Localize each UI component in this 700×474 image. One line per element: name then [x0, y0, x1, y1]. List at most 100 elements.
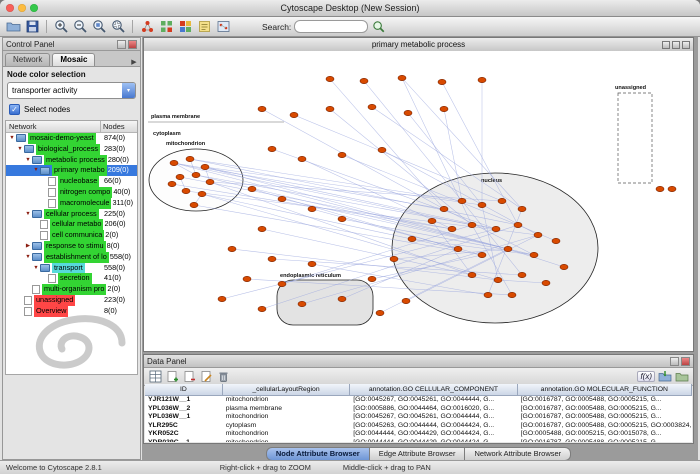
network-node[interactable]: [478, 252, 486, 257]
tree-row[interactable]: cell communica2(0): [6, 230, 137, 241]
network-node[interactable]: [338, 296, 346, 301]
network-node[interactable]: [308, 261, 316, 266]
network-node[interactable]: [398, 75, 406, 80]
network-node[interactable]: [518, 206, 526, 211]
trash-icon[interactable]: [216, 370, 230, 383]
network-node[interactable]: [170, 160, 178, 165]
network-node[interactable]: [560, 264, 568, 269]
network-node[interactable]: [390, 256, 398, 261]
tree-row[interactable]: nitrogen compo40(0): [6, 187, 137, 198]
network-node[interactable]: [478, 77, 486, 82]
network-node[interactable]: [468, 222, 476, 227]
network-node[interactable]: [448, 226, 456, 231]
search-input[interactable]: [294, 20, 368, 33]
network-node[interactable]: [186, 156, 194, 161]
table-row[interactable]: YJR121W__1mitochondrion[GO:0045267, GO:0…: [145, 396, 692, 405]
table-row[interactable]: YPL036W__1mitochondrion[GO:0045267, GO:0…: [145, 413, 692, 422]
network-node[interactable]: [176, 174, 184, 179]
network-node[interactable]: [218, 296, 226, 301]
column-header[interactable]: annotation.GO CELLULAR_COMPONENT: [350, 384, 517, 395]
maximize-frame-icon[interactable]: [672, 41, 680, 49]
tree-row[interactable]: ▼establishment of lo558(0): [6, 252, 137, 263]
tab-edge-attribute-browser[interactable]: Edge Attribute Browser: [370, 447, 466, 461]
window-titlebar[interactable]: Cytoscape Desktop (New Session): [0, 0, 700, 17]
network-node[interactable]: [542, 280, 550, 285]
table-row[interactable]: YPL036W__2plasma membrane[GO:0005886, GO…: [145, 405, 692, 414]
network-window-titlebar[interactable]: primary metabolic process: [144, 38, 693, 52]
tree-row[interactable]: ▼cellular process225(0): [6, 209, 137, 220]
network-canvas-svg[interactable]: plasma membranecytoplasmmitochondrionnuc…: [144, 51, 693, 351]
network-node[interactable]: [438, 79, 446, 84]
network-node[interactable]: [338, 152, 346, 157]
network-node[interactable]: [440, 106, 448, 111]
network-node[interactable]: [326, 106, 334, 111]
column-header[interactable]: annotation.GO MOLECULAR_FUNCTION: [518, 384, 692, 395]
network-node[interactable]: [468, 272, 476, 277]
network-node[interactable]: [243, 276, 251, 281]
tab-node-attribute-browser[interactable]: Node Attribute Browser: [266, 447, 370, 461]
network-node[interactable]: [484, 292, 492, 297]
close-window-button[interactable]: [6, 4, 14, 12]
network-node[interactable]: [408, 236, 416, 241]
network-node[interactable]: [498, 198, 506, 203]
tab-mosaic[interactable]: Mosaic: [52, 53, 95, 66]
network-node[interactable]: [368, 276, 376, 281]
tree-row[interactable]: ▼mosaic-demo-yeast874(0): [6, 133, 137, 144]
network-node[interactable]: [376, 310, 384, 315]
tree-row[interactable]: ▼transport558(0): [6, 263, 137, 274]
network-node[interactable]: [656, 186, 664, 191]
tree-row[interactable]: nucleobase66(0): [6, 176, 137, 187]
disclosure-triangle-icon[interactable]: ▶: [24, 241, 32, 252]
rename-attribute-icon[interactable]: [199, 370, 213, 383]
network-overview-icon[interactable]: [139, 19, 155, 35]
grid-layout-icon[interactable]: [158, 19, 174, 35]
column-header[interactable]: _cellularLayoutRegion: [223, 384, 351, 395]
tab-network-attribute-browser[interactable]: Network Attribute Browser: [465, 447, 571, 461]
network-node[interactable]: [192, 172, 200, 177]
zoom-fit-icon[interactable]: [110, 19, 126, 35]
tree-row[interactable]: ▼biological_process283(0): [6, 144, 137, 155]
network-node[interactable]: [268, 256, 276, 261]
table-row[interactable]: YKR052Cmitochondrion[GO:0044444, GO:0044…: [145, 430, 692, 439]
zoom-in-icon[interactable]: [53, 19, 69, 35]
zoom-out-icon[interactable]: [72, 19, 88, 35]
disclosure-triangle-icon[interactable]: ▼: [24, 209, 32, 220]
tree-row[interactable]: macromolecule311(0): [6, 198, 137, 209]
open-attributes-icon[interactable]: [675, 370, 689, 383]
network-node[interactable]: [458, 198, 466, 203]
network-node[interactable]: [368, 104, 376, 109]
network-node[interactable]: [492, 226, 500, 231]
network-node[interactable]: [508, 292, 516, 297]
network-node[interactable]: [182, 188, 190, 193]
network-node[interactable]: [378, 147, 386, 152]
tab-overflow-arrow-icon[interactable]: [128, 58, 140, 66]
tree-row[interactable]: secretion41(0): [6, 273, 137, 284]
network-node[interactable]: [402, 298, 410, 303]
network-node[interactable]: [518, 272, 526, 277]
select-attributes-icon[interactable]: [148, 370, 162, 383]
network-node[interactable]: [360, 78, 368, 83]
birdseye-view-icon[interactable]: [215, 19, 231, 35]
zoom-window-button[interactable]: [30, 4, 38, 12]
minimize-frame-icon[interactable]: [662, 41, 670, 49]
network-node[interactable]: [494, 277, 502, 282]
minimize-window-button[interactable]: [18, 4, 26, 12]
network-node[interactable]: [552, 238, 560, 243]
network-node[interactable]: [248, 186, 256, 191]
tree-row[interactable]: multi-organism pro2(0): [6, 284, 137, 295]
search-go-icon[interactable]: [371, 19, 387, 35]
network-node[interactable]: [308, 206, 316, 211]
table-row[interactable]: YDR039C__1mitochondrion[GO:0044444, GO:0…: [145, 439, 692, 443]
tree-row[interactable]: cellular metabo206(0): [6, 219, 137, 230]
network-node[interactable]: [478, 202, 486, 207]
disclosure-triangle-icon[interactable]: ▼: [32, 263, 40, 274]
tree-row[interactable]: ▼primary metabo209(0): [6, 165, 137, 176]
float-panel-icon[interactable]: [117, 40, 126, 49]
select-nodes-checkbox[interactable]: [9, 104, 20, 115]
disclosure-triangle-icon[interactable]: ▼: [24, 155, 32, 166]
network-node[interactable]: [504, 246, 512, 251]
create-attribute-icon[interactable]: [165, 370, 179, 383]
network-node[interactable]: [298, 156, 306, 161]
close-data-panel-icon[interactable]: [681, 357, 690, 366]
disclosure-triangle-icon[interactable]: ▼: [24, 252, 32, 263]
